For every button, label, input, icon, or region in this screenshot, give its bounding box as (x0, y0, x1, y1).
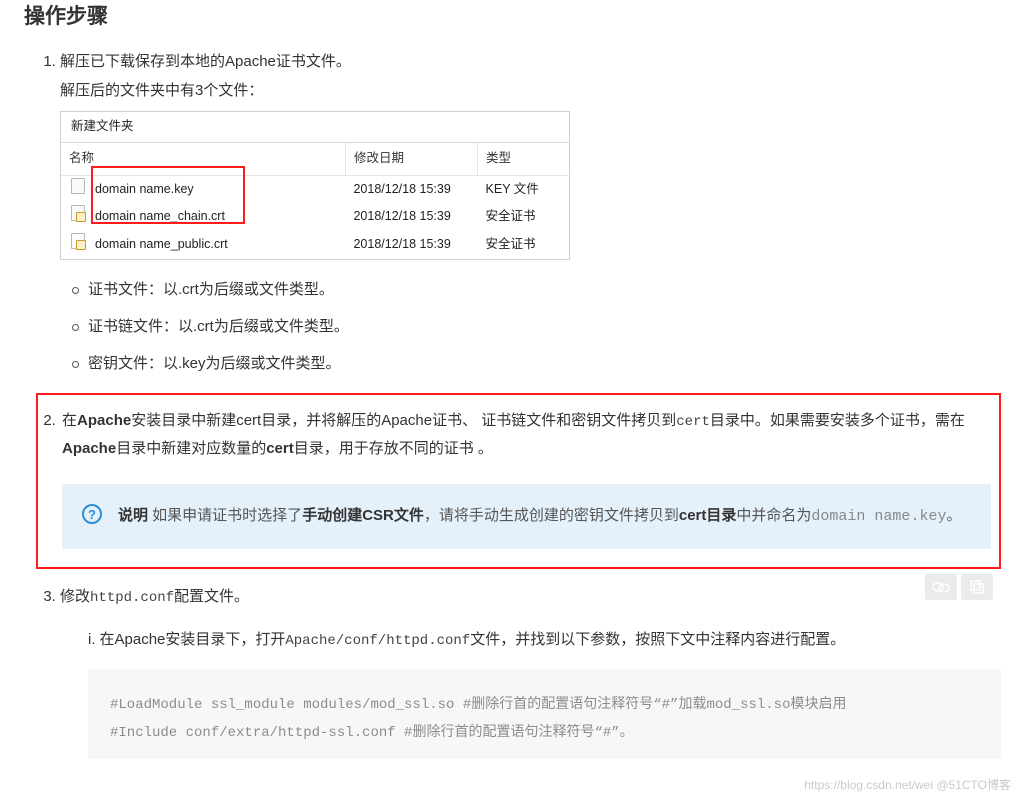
folder-bar: 新建文件夹 (61, 112, 569, 143)
note-code: domain name.key (811, 508, 946, 525)
text: 目录中。如果需要安装多个证书，需在 (710, 412, 965, 429)
inline-code-cert: cert (676, 414, 710, 430)
note-text: 如果申请证书时选择了 (148, 507, 302, 524)
floating-action-icons (925, 574, 993, 600)
file-name: domain name.key (95, 182, 194, 196)
note-text: 中并命名为 (736, 507, 811, 524)
note-bold: 说明 (118, 507, 148, 524)
file-name: domain name_public.crt (95, 237, 228, 251)
bold-apache: Apache (62, 440, 116, 457)
file-type: 安全证书 (478, 203, 569, 231)
chat-icon[interactable] (925, 574, 957, 600)
col-date: 修改日期 (345, 143, 477, 175)
step-3: 修改httpd.conf配置文件。 i.在Apache安装目录下，打开Apach… (60, 583, 1001, 758)
file-type: 安全证书 (478, 231, 569, 259)
note-bold: cert目录 (679, 507, 737, 524)
file-type-list: 证书文件：以.crt为后缀或文件类型。 证书链文件：以.crt为后缀或文件类型。… (60, 276, 1001, 377)
watermark: https://blog.csdn.net/wei @51CTO博客 (804, 776, 1011, 793)
step-2: 在Apache安装目录中新建cert目录，并将解压的Apache证书、 证书链文… (60, 393, 1001, 570)
note-tail: 。 (946, 507, 961, 524)
file-date: 2018/12/18 15:39 (345, 175, 477, 203)
code-line: #LoadModule ssl_module modules/mod_ssl.s… (110, 691, 979, 719)
info-note: ? 说明 如果申请证书时选择了手动创建CSR文件，请将手动生成创建的密钥文件拷贝… (62, 484, 991, 550)
list-item: 证书文件：以.crt为后缀或文件类型。 (88, 276, 1001, 303)
text: 目录中新建对应数量的 (116, 440, 266, 457)
red-highlight-section: 在Apache安装目录中新建cert目录，并将解压的Apache证书、 证书链文… (36, 393, 1001, 570)
text: 修改 (60, 588, 90, 605)
note-text: ，请将手动生成创建的密钥文件拷贝到 (424, 507, 679, 524)
step1-line1: 解压已下载保存到本地的Apache证书文件。 (60, 48, 1001, 77)
text: 安装目录中新建cert目录，并将解压的Apache证书、 证书链文件和密钥文件拷… (131, 412, 676, 429)
table-row: domain name_chain.crt 2018/12/18 15:39 安… (61, 203, 569, 231)
step1-line2: 解压后的文件夹中有3个文件： (60, 77, 1001, 106)
text: 目录，用于存放不同的证书 。 (294, 440, 493, 457)
file-explorer-box: 新建文件夹 名称 修改日期 类型 domain name.key 2018/12… (60, 111, 570, 260)
file-name: domain name_chain.crt (95, 209, 225, 223)
text: 在Apache安装目录下，打开 (100, 631, 286, 648)
substep-i: i.在Apache安装目录下，打开Apache/conf/httpd.conf文… (88, 626, 1001, 759)
page-heading: 操作步骤 (24, 0, 1001, 30)
list-item: 证书链文件：以.crt为后缀或文件类型。 (88, 313, 1001, 340)
file-table: 名称 修改日期 类型 domain name.key 2018/12/18 15… (61, 143, 569, 259)
substeps: i.在Apache安装目录下，打开Apache/conf/httpd.conf文… (60, 626, 1001, 759)
table-row: domain name.key 2018/12/18 15:39 KEY 文件 (61, 175, 569, 203)
roman-marker: i. (88, 631, 96, 648)
col-type: 类型 (478, 143, 569, 175)
col-name: 名称 (61, 143, 345, 175)
file-icon (71, 178, 85, 194)
info-icon: ? (82, 504, 102, 524)
inline-code-path: Apache/conf/httpd.conf (285, 633, 470, 649)
note-bold: 手动创建CSR文件 (302, 507, 424, 524)
table-row: domain name_public.crt 2018/12/18 15:39 … (61, 231, 569, 259)
text: 配置文件。 (174, 588, 249, 605)
list-item: 密钥文件：以.key为后缀或文件类型。 (88, 350, 1001, 377)
code-line: #Include conf/extra/httpd-ssl.conf #删除行首… (110, 719, 979, 747)
code-block[interactable]: #LoadModule ssl_module modules/mod_ssl.s… (88, 669, 1001, 759)
bold-apache: Apache (77, 412, 131, 429)
file-date: 2018/12/18 15:39 (345, 231, 477, 259)
cert-file-icon (71, 205, 85, 221)
file-date: 2018/12/18 15:39 (345, 203, 477, 231)
step-1: 解压已下载保存到本地的Apache证书文件。 解压后的文件夹中有3个文件： 新建… (60, 48, 1001, 377)
cert-file-icon (71, 233, 85, 249)
text: 文件，并找到以下参数，按照下文中注释内容进行配置。 (470, 631, 845, 648)
text: 在 (62, 412, 77, 429)
bold-cert: cert (266, 440, 294, 457)
copy-icon[interactable] (961, 574, 993, 600)
file-type: KEY 文件 (478, 175, 569, 203)
inline-code-httpd: httpd.conf (90, 590, 174, 606)
